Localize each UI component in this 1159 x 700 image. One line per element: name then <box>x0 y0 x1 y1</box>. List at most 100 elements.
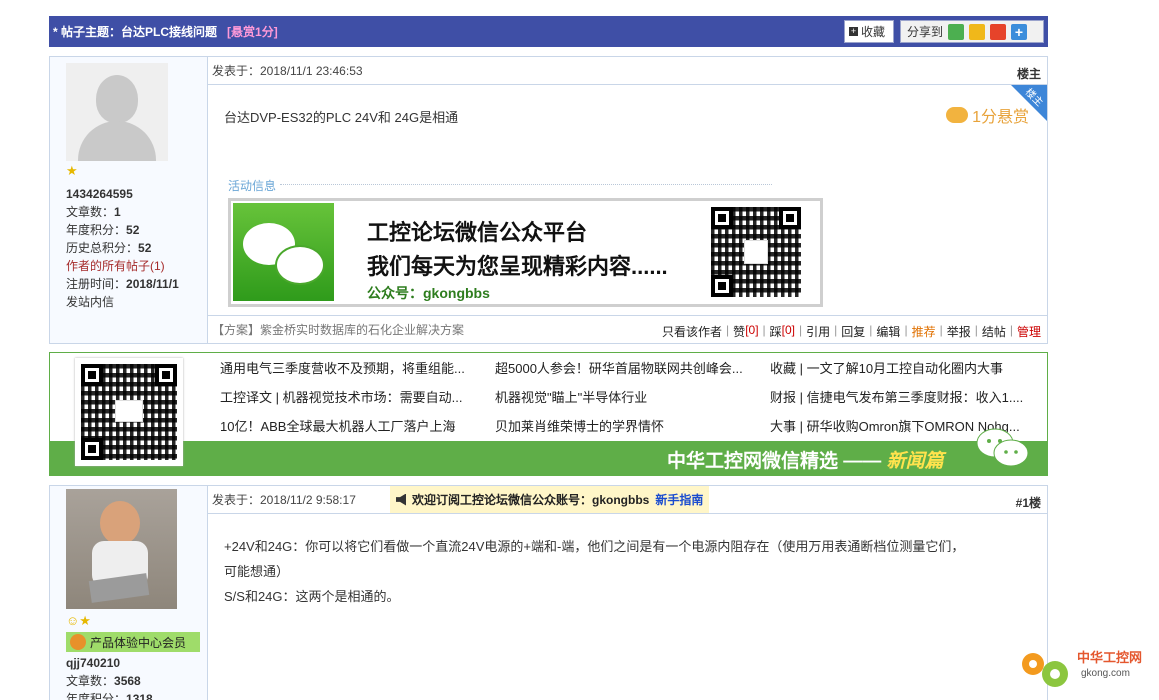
news-link[interactable]: 贝加莱肖维荣博士的学界情怀 <box>495 416 763 435</box>
like-count: [0] <box>745 323 759 337</box>
banner-line-1: 工控论坛微信公众平台 <box>367 220 588 245</box>
post-line: S/S和24G：这两个是相通的。 <box>224 589 400 604</box>
stat-articles: 文章数：3568 <box>66 672 153 690</box>
qr-finder <box>81 364 103 386</box>
author-stats: 文章数：3568 年度积分：1318 <box>66 672 153 700</box>
share-bar: 分享到 + <box>900 20 1044 43</box>
qr-finder <box>779 207 801 229</box>
plus-icon: + <box>849 26 858 36</box>
speaker-icon <box>396 493 406 506</box>
avatar[interactable] <box>66 63 168 161</box>
quote-link[interactable]: 引用 <box>806 323 830 340</box>
rank-star-icon: ★ <box>79 613 91 628</box>
gear-hole <box>1029 660 1037 668</box>
only-author-link[interactable]: 只看该作者 <box>662 323 722 340</box>
stat-value: 1318 <box>126 692 153 700</box>
topic-prefix: * 帖子主题： <box>53 25 122 39</box>
banner-line-2: 我们每天为您呈现精彩内容...... <box>367 254 668 279</box>
author-stats: 文章数：1 年度积分：52 历史总积分：52 作者的所有帖子(1) 注册时间：2… <box>66 203 179 311</box>
post-body-text: +24V和24G：你可以将它们看做一个直流24V电源的+端和-端，他们之间是有一… <box>224 534 1044 609</box>
qzone-share-icon[interactable] <box>969 23 986 40</box>
stat-year-points: 年度积分：52 <box>66 221 179 239</box>
avatar-face-shape <box>100 501 140 545</box>
post-header: 发表于：2018/11/1 23:46:53 楼主 <box>208 57 1047 85</box>
post-header: 发表于：2018/11/2 9:58:17 欢迎订阅工控论坛微信公众账号：gko… <box>208 486 1047 514</box>
activity-label: 活动信息 <box>228 179 277 193</box>
send-message-link[interactable]: 发站内信 <box>66 293 179 311</box>
register-label: 注册时间： <box>66 277 127 291</box>
favorite-label: 收藏 <box>861 25 886 39</box>
stat-label: 年度积分： <box>66 223 127 237</box>
sep: | <box>974 323 978 337</box>
stat-value: 1 <box>114 205 121 219</box>
news-link[interactable]: 10亿！ABB全球最大机器人工厂落户上海 <box>220 416 488 435</box>
qr-finder <box>711 207 733 229</box>
wechat-banner[interactable]: 工控论坛微信公众平台 我们每天为您呈现精彩内容...... 公众号：gkongb… <box>228 198 823 307</box>
post-footer: 【方案】紫金桥实时数据库的石化企业解决方案 只看该作者 | 赞 [0] | 踩 [0] |… <box>208 315 1047 343</box>
manage-link[interactable]: 管理 <box>1017 323 1041 340</box>
stat-year-points: 年度积分：1318 <box>66 690 153 700</box>
news-link[interactable]: 超5000人参会！研华首届物联网共创峰会... <box>495 358 763 377</box>
wechat-share-icon[interactable] <box>948 23 965 40</box>
site-logo-icon: 中华工控网 gkong.com <box>1022 650 1142 687</box>
qr-code-icon <box>81 364 177 460</box>
promo-slogan-em: 新闻篇 <box>886 451 944 472</box>
bubble-eye <box>1004 450 1008 454</box>
more-share-icon[interactable]: + <box>1011 23 1028 40</box>
bubble-eye <box>1014 450 1018 454</box>
news-link[interactable]: 通用电气三季度营收不及预期，将重组能... <box>220 358 488 377</box>
wechat-news-promo: 通用电气三季度营收不及预期，将重组能... 超5000人参会！研华首届物联网共创… <box>49 352 1048 476</box>
avatar[interactable] <box>66 489 177 609</box>
newbie-guide-link[interactable]: 新手指南 <box>655 491 703 508</box>
post-content: 发表于：2018/11/1 23:46:53 楼主 楼主 台达DVP-ES32的… <box>208 57 1047 343</box>
site-logo-name: 中华工控网 <box>1077 650 1142 665</box>
news-link[interactable]: 机器视觉"瞄上"半导体行业 <box>495 387 763 406</box>
dislike-count: [0] <box>781 323 796 337</box>
post-time: 发表于：2018/11/1 23:46:53 <box>212 64 363 78</box>
sep: | <box>869 323 873 337</box>
dislike-link[interactable]: 踩 <box>770 323 782 340</box>
news-link[interactable]: 财报 | 信捷电气发布第三季度财报：收入1.... <box>770 387 1042 406</box>
reward-badge: 1分悬赏 <box>946 103 1029 127</box>
rank-star-icon: ★ <box>66 163 78 178</box>
qr-finder <box>711 275 733 297</box>
bubble-eye <box>987 439 991 443</box>
recommend-link[interactable]: 推荐 <box>912 323 936 340</box>
stat-value: 52 <box>138 241 152 255</box>
notice-text: 欢迎订阅工控论坛微信公众账号：gkongbbs <box>412 493 650 507</box>
author-panel: ☺★ 产品体验中心会员 qjj740210 文章数：3568 年度积分：1318 <box>50 486 208 700</box>
post-body-text: 台达DVP-ES32的PLC 24V和 24G是相通 <box>224 110 459 125</box>
sep: | <box>939 323 943 337</box>
sep: | <box>726 323 730 337</box>
author-username[interactable]: 1434264595 <box>66 187 133 201</box>
wechat-logo-icon <box>233 203 334 301</box>
news-link[interactable]: 收藏 | 一文了解10月工控自动化圈内大事 <box>770 358 1042 377</box>
author-all-posts-link[interactable]: 作者的所有帖子(1) <box>66 257 179 275</box>
favorite-button[interactable]: + 收藏 <box>844 20 894 43</box>
avatar-head-shape <box>96 75 138 123</box>
author-username[interactable]: qjj740210 <box>66 656 120 670</box>
site-logo-url: gkong.com <box>1081 668 1130 679</box>
stat-value: 3568 <box>114 674 141 688</box>
stat-articles: 文章数：1 <box>66 203 179 221</box>
news-link[interactable]: 工控译文 | 机器视觉技术市场：需要自动... <box>220 387 488 406</box>
wechat-icon <box>976 428 1029 467</box>
floor-label: #1楼 <box>1015 496 1041 510</box>
banner-line-3: 公众号：gkongbbs <box>367 285 490 301</box>
edit-link[interactable]: 编辑 <box>876 323 900 340</box>
report-link[interactable]: 举报 <box>947 323 971 340</box>
footer-ad-link[interactable]: 【方案】紫金桥实时数据库的石化企业解决方案 <box>212 321 464 338</box>
reply-link[interactable]: 回复 <box>841 323 865 340</box>
post-actions: 只看该作者 | 赞 [0] | 踩 [0] | 引用 | 回复 | 编辑 | 推荐 | 举报 | 结… <box>662 323 1041 340</box>
share-label: 分享到 <box>907 25 944 39</box>
like-link[interactable]: 赞 <box>733 323 745 340</box>
post-time: 发表于：2018/11/2 9:58:17 <box>212 493 356 507</box>
post-line: 可能想通） <box>224 564 290 579</box>
post-content: 发表于：2018/11/2 9:58:17 欢迎订阅工控论坛微信公众账号：gko… <box>208 486 1047 700</box>
close-post-link[interactable]: 结帖 <box>982 323 1006 340</box>
register-time: 注册时间：2018/11/1 <box>66 275 179 293</box>
weibo-share-icon[interactable] <box>990 23 1007 40</box>
rank-icons: ☺★ <box>66 613 91 629</box>
avatar-body-shape <box>78 121 156 161</box>
topic-reward: [悬赏1分] <box>227 25 278 39</box>
